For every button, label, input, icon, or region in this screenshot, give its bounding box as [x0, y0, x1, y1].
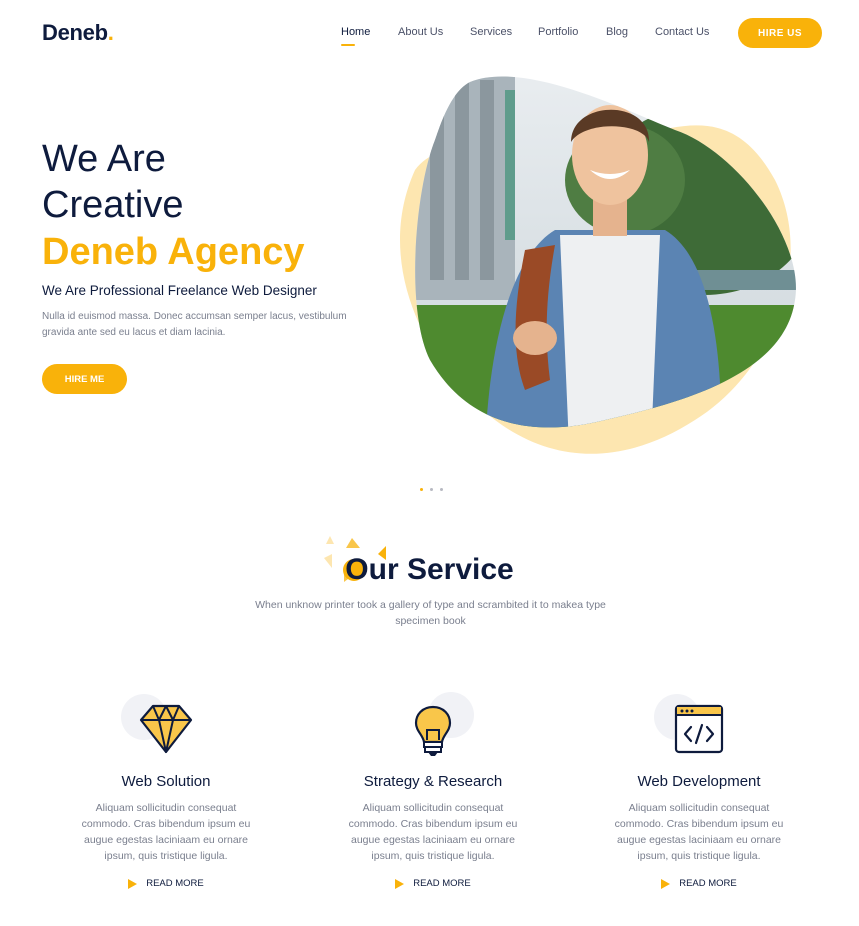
main-nav: Home About Us Services Portfolio Blog Co…	[341, 26, 709, 46]
service-icon-wrap	[121, 690, 211, 760]
service-card-web-solution: Web Solution Aliquam sollicitudin conseq…	[66, 690, 266, 889]
service-description: Aliquam sollicitudin consequat commodo. …	[81, 802, 251, 862]
hire-me-button[interactable]: HIRE ME	[42, 364, 127, 394]
hire-us-button[interactable]: HIRE US	[738, 18, 822, 48]
slider-dot-1[interactable]	[420, 488, 423, 491]
logo[interactable]: Deneb.	[42, 20, 114, 46]
service-card-strategy-research: Strategy & Research Aliquam sollicitudin…	[333, 690, 533, 889]
service-icon-wrap	[654, 690, 744, 760]
lightbulb-icon	[414, 705, 452, 756]
read-more-label: READ MORE	[679, 878, 737, 889]
nav-contact-us[interactable]: Contact Us	[655, 26, 709, 38]
slider-dot-3[interactable]	[440, 488, 443, 491]
service-title: Web Development	[637, 773, 761, 790]
read-more-link[interactable]: READ MORE	[599, 878, 799, 889]
service-description: Aliquam sollicitudin consequat commodo. …	[614, 802, 784, 862]
hero-description: Nulla id euismod massa. Donec accumsan s…	[42, 311, 347, 338]
diamond-icon	[139, 704, 193, 754]
read-more-label: READ MORE	[146, 878, 204, 889]
service-title: Strategy & Research	[363, 773, 503, 790]
read-more-link[interactable]: READ MORE	[333, 878, 533, 889]
nav-services[interactable]: Services	[470, 26, 538, 38]
nav-portfolio[interactable]: Portfolio	[538, 26, 606, 38]
hero-title-line-1: We Are	[42, 138, 166, 180]
service-card-web-development: Web Development Aliquam sollicitudin con…	[599, 690, 799, 889]
nav-blog[interactable]: Blog	[606, 26, 655, 38]
play-arrow-icon	[128, 878, 138, 889]
play-arrow-icon	[395, 878, 405, 889]
code-browser-icon	[674, 704, 724, 754]
hero-title-agency: Deneb Agency	[42, 231, 305, 273]
play-arrow-icon	[661, 878, 671, 889]
service-description: Aliquam sollicitudin consequat commodo. …	[348, 802, 518, 862]
nav-about-us[interactable]: About Us	[398, 26, 470, 38]
hero-subtitle: We Are Professional Freelance Web Design…	[42, 283, 317, 298]
nav-home[interactable]: Home	[341, 26, 398, 46]
services-subtitle: When unknow printer took a gallery of ty…	[255, 599, 606, 627]
slider-dots	[420, 488, 443, 491]
services-title: Our Service	[345, 553, 514, 586]
service-icon-wrap	[388, 690, 478, 760]
slider-dot-2[interactable]	[430, 488, 433, 491]
read-more-label: READ MORE	[413, 878, 471, 889]
hero-title-line-2: Creative	[42, 184, 184, 226]
read-more-link[interactable]: READ MORE	[66, 878, 266, 889]
service-title: Web Solution	[121, 773, 211, 790]
photo-of-smiling-man	[415, 76, 796, 428]
hero-image	[400, 76, 796, 454]
